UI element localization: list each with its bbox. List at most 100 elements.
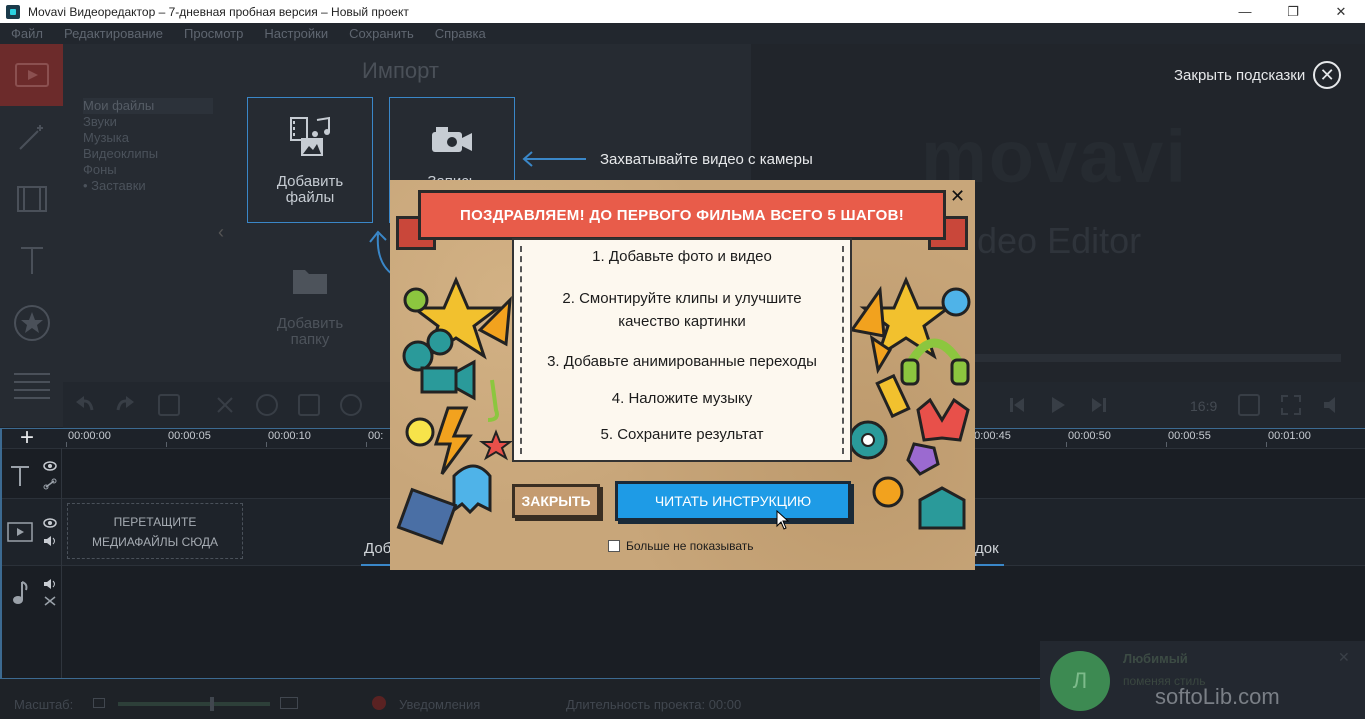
ruler-tick — [1266, 442, 1267, 447]
add-folder-label: Добавить папку — [276, 315, 344, 348]
close-button[interactable]: ЗАКРЫТЬ — [512, 484, 600, 518]
crop-icon[interactable] — [298, 394, 320, 416]
dont-show-checkbox[interactable] — [608, 540, 620, 552]
rotate-icon[interactable] — [256, 394, 278, 416]
transitions-tab[interactable] — [0, 168, 63, 230]
cut-icon[interactable] — [214, 394, 236, 416]
left-toolbar — [0, 44, 63, 427]
ruler-label: 00:00:05 — [168, 430, 211, 442]
ruler-label: 00:01:00 — [1268, 430, 1311, 442]
close-icon[interactable]: ✕ — [1338, 649, 1350, 666]
undo-icon[interactable] — [74, 394, 96, 416]
speaker-icon[interactable] — [43, 578, 57, 590]
dont-show-again[interactable]: Больше не показывать — [608, 539, 754, 553]
menu-file[interactable]: Файл — [11, 26, 43, 41]
add-files-button[interactable]: Добавить файлы — [247, 97, 373, 223]
project-duration: Длительность проекта: 00:00 — [566, 697, 742, 712]
previous-frame-icon[interactable] — [1006, 394, 1028, 416]
play-icon[interactable] — [1046, 394, 1068, 416]
menu-help[interactable]: Справка — [435, 26, 486, 41]
category-sounds[interactable]: Звуки — [83, 114, 213, 130]
step-3: 3. Добавьте анимированные переходы — [547, 353, 817, 370]
next-frame-icon[interactable] — [1088, 394, 1110, 416]
text-icon — [20, 247, 43, 274]
speaker-icon[interactable] — [43, 535, 57, 547]
star-badge-icon — [13, 305, 50, 341]
title-track-icon — [11, 466, 29, 486]
detach-icon[interactable] — [1238, 394, 1260, 416]
stickers-tab[interactable] — [0, 292, 63, 354]
ruler-tick — [366, 442, 367, 447]
title-bar: Movavi Видеоредактор – 7-дневная пробная… — [0, 0, 1365, 23]
link-icon[interactable] — [43, 478, 57, 490]
sticker-collage-left — [396, 276, 513, 545]
bell-icon[interactable] — [372, 696, 386, 710]
zoom-slider-handle[interactable] — [210, 697, 214, 711]
list-icon — [13, 373, 50, 399]
ruler-tick — [166, 442, 167, 447]
folder-icon — [293, 270, 327, 294]
eye-icon[interactable] — [43, 518, 57, 528]
ruler-tick — [266, 442, 267, 447]
category-backgrounds[interactable]: Фоны — [83, 162, 213, 178]
close-hints-label: Закрыть подсказки — [1174, 66, 1306, 84]
titles-tab[interactable] — [0, 230, 63, 292]
step-2-cont: качество картинки — [618, 313, 746, 330]
menu-view[interactable]: Просмотр — [184, 26, 243, 41]
minimize-button[interactable]: — — [1221, 0, 1269, 23]
preview-progress[interactable] — [971, 354, 1341, 362]
window-controls: — ❐ ✕ — [1221, 0, 1365, 23]
close-window-button[interactable]: ✕ — [1317, 0, 1365, 23]
dont-show-label: Больше не показывать — [626, 539, 754, 553]
dashed-border — [520, 246, 522, 454]
redo-icon[interactable] — [114, 394, 136, 416]
congrats-ribbon: ПОЗДРАВЛЯЕМ! ДО ПЕРВОГО ФИЛЬМА ВСЕГО 5 Ш… — [418, 190, 946, 240]
aspect-ratio[interactable]: 16:9 — [1190, 398, 1217, 414]
add-folder-button[interactable]: Добавить папку — [247, 260, 373, 370]
shuffle-icon[interactable] — [43, 595, 57, 607]
more-tab[interactable] — [0, 354, 63, 416]
hidden-tab-left: Доб — [364, 540, 392, 557]
ruler-label: 00: — [368, 430, 384, 442]
menu-settings[interactable]: Настройки — [264, 26, 328, 41]
eye-icon[interactable] — [43, 461, 57, 471]
volume-icon[interactable] — [1322, 394, 1344, 416]
import-tab[interactable] — [0, 44, 63, 106]
close-hints-button[interactable]: Закрыть подсказки ✕ — [1174, 61, 1342, 89]
ruler-label: 00:00:00 — [68, 430, 111, 442]
dialog-close-icon[interactable]: ✕ — [950, 186, 965, 207]
dashed-border — [842, 246, 844, 454]
chevron-left-icon[interactable]: ‹ — [218, 222, 224, 243]
media-files-icon — [290, 116, 330, 156]
menu-edit[interactable]: Редактирование — [64, 26, 163, 41]
zoom-in-icon[interactable] — [280, 697, 298, 709]
color-adjust-icon[interactable] — [340, 394, 362, 416]
step-1: 1. Добавьте фото и видео — [592, 248, 772, 265]
zoom-slider[interactable] — [118, 702, 270, 706]
scale-label: Масштаб: — [14, 697, 74, 712]
music-note-icon — [13, 581, 28, 604]
tab-underline — [361, 564, 391, 566]
category-my-files[interactable]: Мои файлы — [83, 98, 213, 114]
mouse-cursor-icon — [776, 510, 790, 530]
category-intros[interactable]: • Заставки — [83, 178, 213, 194]
filters-tab[interactable] — [0, 106, 63, 168]
read-instructions-button[interactable]: ЧИТАТЬ ИНСТРУКЦИЮ — [615, 481, 851, 521]
magic-wand-icon — [18, 125, 43, 150]
restore-button[interactable]: ❐ — [1269, 0, 1317, 23]
add-track-icon[interactable]: + — [20, 426, 34, 450]
step-5: 5. Сохраните результат — [600, 426, 764, 443]
camera-hint: Захватывайте видео с камеры — [522, 150, 813, 168]
delete-icon[interactable] — [158, 394, 180, 416]
import-categories: Мои файлы Звуки Музыка Видеоклипы Фоны •… — [83, 98, 213, 194]
notifications-label[interactable]: Уведомления — [399, 697, 480, 712]
app-icon — [6, 4, 20, 19]
zoom-out-icon[interactable] — [93, 698, 105, 708]
fullscreen-icon[interactable] — [1280, 394, 1302, 416]
steps-card: 1. Добавьте фото и видео 2. Смонтируйте … — [512, 238, 852, 462]
hidden-tab-right: док — [975, 540, 999, 557]
category-music[interactable]: Музыка — [83, 130, 213, 146]
drop-media-zone[interactable]: ПЕРЕТАЩИТЕ МЕДИАФАЙЛЫ СЮДА — [67, 503, 243, 559]
category-videoclips[interactable]: Видеоклипы — [83, 146, 213, 162]
menu-save[interactable]: Сохранить — [349, 26, 414, 41]
